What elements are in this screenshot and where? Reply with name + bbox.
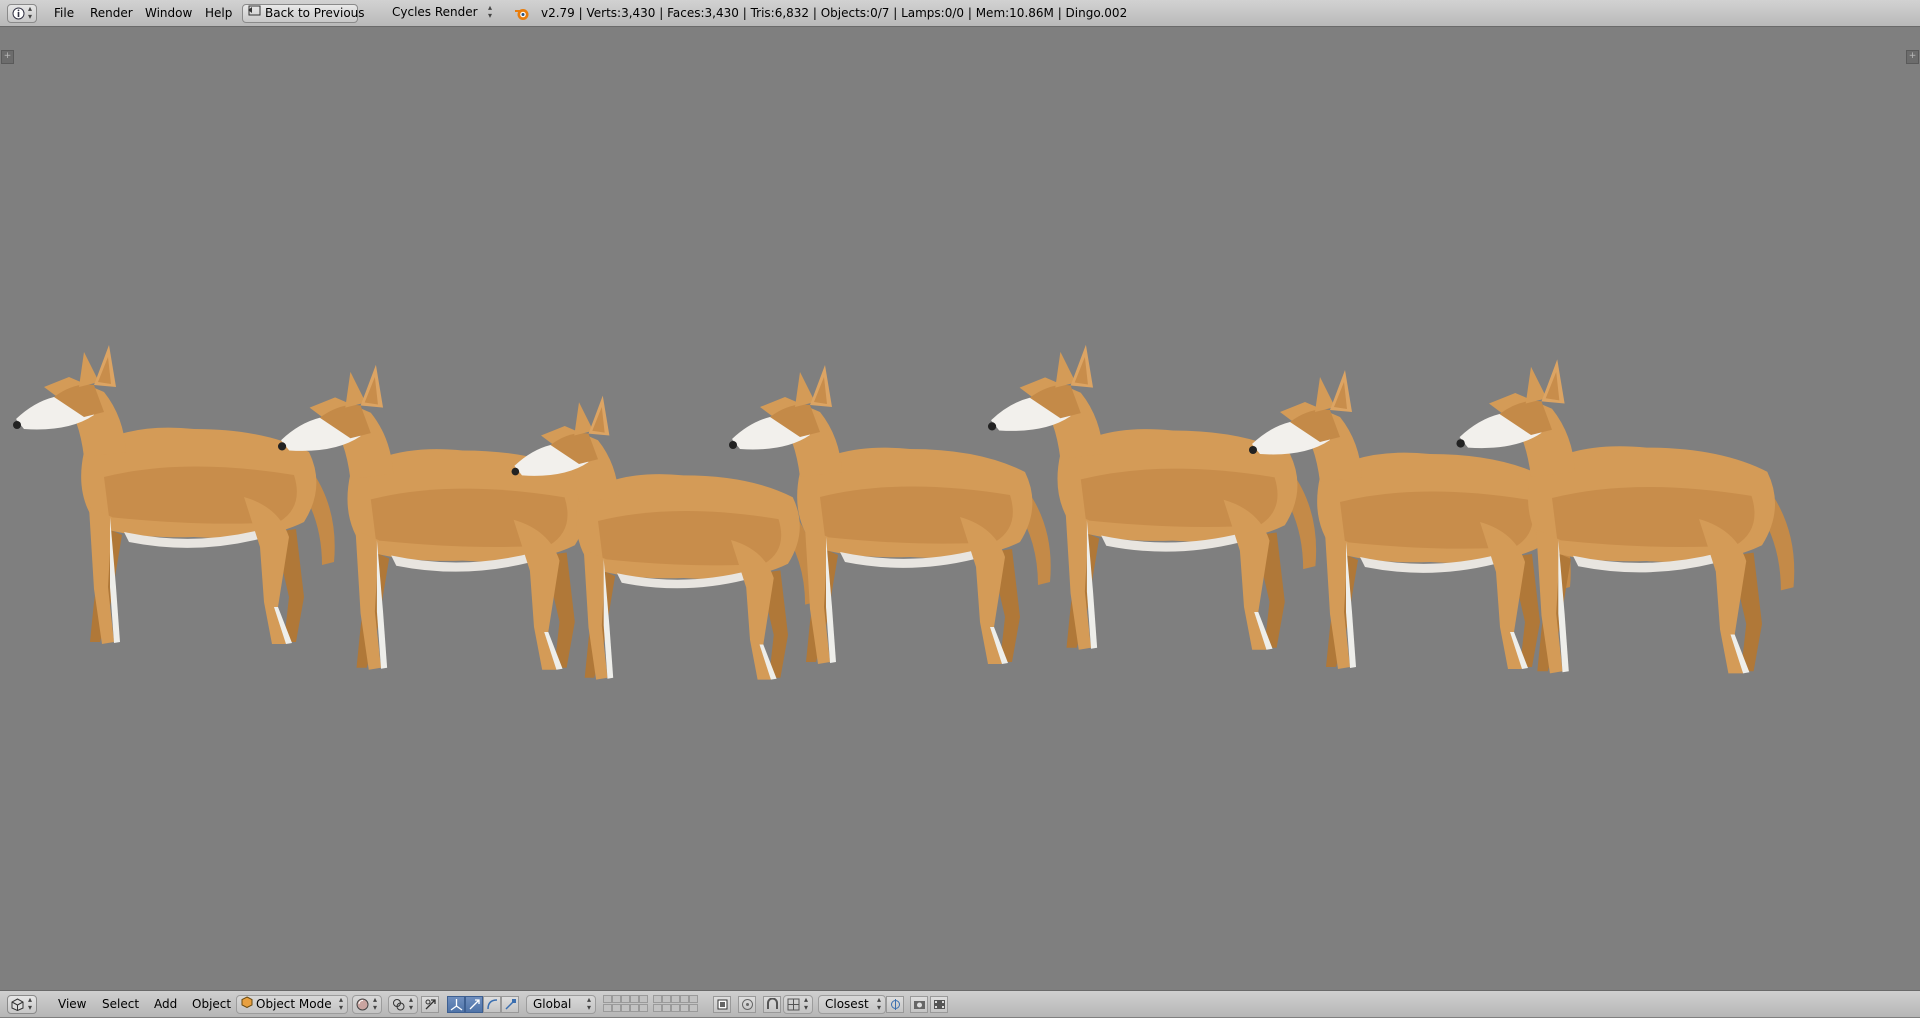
updown-arrows-icon: ▴ ▾ <box>408 995 413 1012</box>
snap-target-label: Closest <box>825 997 869 1011</box>
dingo-models-render[interactable] <box>0 27 1920 990</box>
menu-help[interactable]: Help <box>199 0 238 27</box>
viewport-shading-select[interactable]: ▴ ▾ <box>352 995 382 1014</box>
align-rotation-toggle[interactable] <box>886 996 904 1013</box>
layer-10-button[interactable] <box>689 995 698 1003</box>
rotate-arc-toggle[interactable] <box>483 996 501 1013</box>
updown-arrows-icon: ▴ ▾ <box>586 995 591 1012</box>
menu-add[interactable]: Add <box>148 991 183 1018</box>
layer-6-button[interactable] <box>653 995 662 1003</box>
layer-selector[interactable] <box>603 995 707 1014</box>
translate-manipulator-toggle[interactable] <box>447 996 465 1013</box>
back-to-previous-button[interactable]: Back to Previous <box>242 4 365 23</box>
snap-toggle[interactable] <box>763 996 781 1013</box>
render-still-button[interactable] <box>910 996 928 1013</box>
snap-element-select[interactable]: ▴ ▾ <box>783 995 813 1014</box>
layer-17-button[interactable] <box>662 1004 671 1012</box>
menu-object[interactable]: Object <box>186 991 237 1018</box>
mode-label: Object Mode <box>256 997 332 1011</box>
proportional-edit-toggle[interactable] <box>738 996 756 1013</box>
object-cube-icon <box>241 996 253 1013</box>
transform-orientation-select[interactable]: Global ▴ ▾ <box>526 995 596 1014</box>
layer-14-button[interactable] <box>630 1004 639 1012</box>
menu-view[interactable]: View <box>52 991 92 1018</box>
layer-7-button[interactable] <box>662 995 671 1003</box>
render-engine-label: Cycles Render <box>392 5 478 19</box>
menu-window[interactable]: Window <box>139 0 198 27</box>
layer-3-button[interactable] <box>621 995 630 1003</box>
editor-type-selector[interactable]: ▴ ▾ <box>7 995 37 1014</box>
menu-file[interactable]: File <box>48 0 80 27</box>
render-engine-select[interactable]: Cycles Render ▴ ▾ <box>386 4 496 23</box>
layer-5-button[interactable] <box>639 995 648 1003</box>
layer-11-button[interactable] <box>603 1004 612 1012</box>
layer-2-button[interactable] <box>612 995 621 1003</box>
layer-8-button[interactable] <box>671 995 680 1003</box>
layer-16-button[interactable] <box>653 1004 662 1012</box>
updown-arrows-icon: ▴ ▾ <box>487 3 492 20</box>
back-screen-icon <box>247 5 261 22</box>
lock-camera-layers-toggle[interactable] <box>713 996 731 1013</box>
pivot-point-select[interactable]: ▴ ▾ <box>388 995 418 1014</box>
editor-type-selector[interactable]: ▴ ▾ <box>7 4 37 23</box>
blender-logo-icon <box>514 6 530 24</box>
snap-increment-icon <box>787 998 800 1016</box>
layer-19-button[interactable] <box>680 1004 689 1012</box>
layer-13-button[interactable] <box>621 1004 630 1012</box>
viewport-shading-sphere-icon <box>356 998 369 1016</box>
updown-arrows-icon: ▴ ▾ <box>372 995 377 1012</box>
menu-select[interactable]: Select <box>96 991 145 1018</box>
back-to-previous-label: Back to Previous <box>265 6 365 20</box>
updown-arrows-icon: ▴ ▾ <box>27 995 32 1012</box>
scale-manipulator-toggle[interactable] <box>501 996 519 1013</box>
3d-view-cube-icon <box>11 998 24 1014</box>
info-icon <box>12 7 25 23</box>
menu-render[interactable]: Render <box>84 0 139 27</box>
rotate-manipulator-toggle[interactable] <box>465 996 483 1013</box>
layer-12-button[interactable] <box>612 1004 621 1012</box>
3d-view-header: ▴ ▾ View Select Add Object Object Mode ▴ ▾… <box>0 990 1920 1017</box>
transform-orientation-label: Global <box>533 997 572 1011</box>
pivot-point-icon <box>392 998 405 1016</box>
render-animation-button[interactable] <box>930 996 948 1013</box>
3d-viewport[interactable]: + + <box>0 27 1920 990</box>
layer-15-button[interactable] <box>639 1004 648 1012</box>
scene-statistics: v2.79 | Verts:3,430 | Faces:3,430 | Tris… <box>541 6 1128 20</box>
layer-18-button[interactable] <box>671 1004 680 1012</box>
snap-target-select[interactable]: Closest ▴ ▾ <box>818 995 886 1014</box>
mode-select[interactable]: Object Mode ▴ ▾ <box>236 995 348 1014</box>
info-header: ▴ ▾ File Render Window Help Back to Previ… <box>0 0 1920 27</box>
layer-1-button[interactable] <box>603 995 612 1003</box>
manipulator-toggle[interactable] <box>421 996 439 1013</box>
updown-arrows-icon: ▴ ▾ <box>27 4 32 21</box>
layer-9-button[interactable] <box>680 995 689 1003</box>
layer-20-button[interactable] <box>689 1004 698 1012</box>
updown-arrows-icon: ▴ ▾ <box>876 995 881 1012</box>
updown-arrows-icon: ▴ ▾ <box>338 995 343 1012</box>
updown-arrows-icon: ▴ ▾ <box>803 995 808 1012</box>
layer-4-button[interactable] <box>630 995 639 1003</box>
